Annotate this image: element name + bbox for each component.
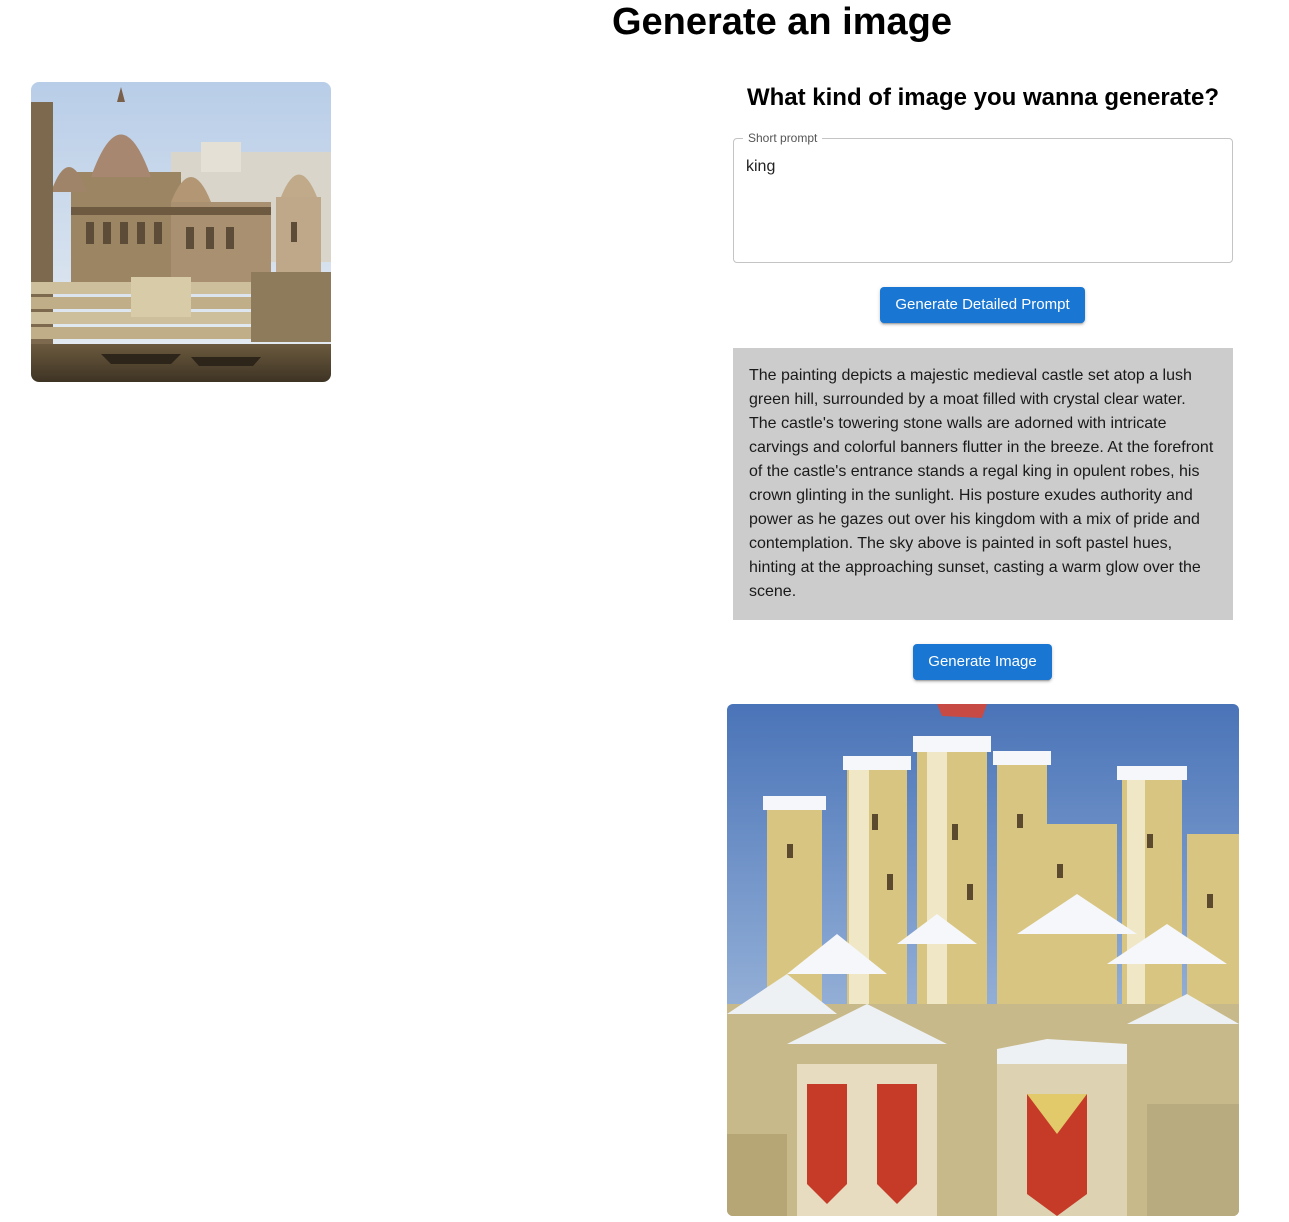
- page-title-text: Generate an image: [611, 1, 953, 43]
- short-prompt-label: Short prompt: [743, 131, 823, 145]
- varanasi-ghats-painting-image: [31, 82, 331, 382]
- short-prompt-input[interactable]: king: [746, 157, 1216, 253]
- generated-image: [727, 704, 1239, 1216]
- page-title: Generate an image: [0, 0, 1289, 44]
- page: Generate an image What kind of image you…: [0, 0, 1289, 1222]
- generate-image-button[interactable]: Generate Image: [913, 644, 1052, 680]
- thumbnail-image: [31, 82, 331, 382]
- detailed-prompt-text: The painting depicts a majestic medieval…: [733, 348, 1233, 620]
- generate-detailed-prompt-button[interactable]: Generate Detailed Prompt: [880, 287, 1085, 323]
- short-prompt-field[interactable]: Short prompt king: [733, 131, 1233, 263]
- form-heading: What kind of image you wanna generate?: [746, 84, 1220, 111]
- snowy-castle-painting-image: [727, 704, 1239, 1216]
